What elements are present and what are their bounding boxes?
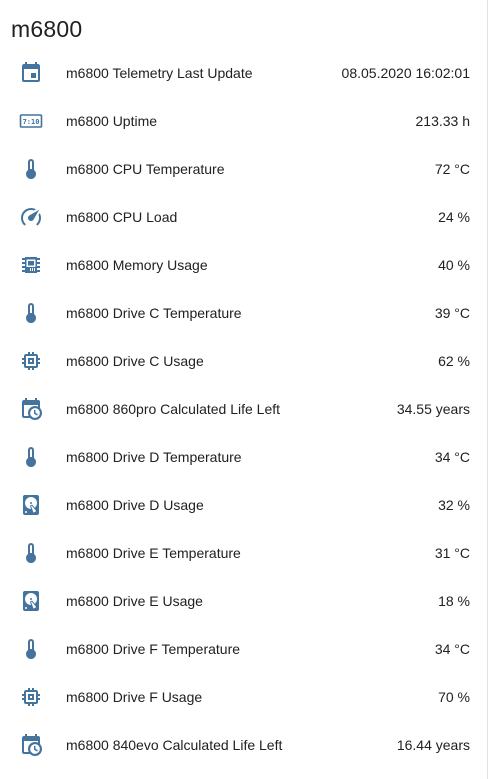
entity-label: m6800 Drive D Usage — [66, 497, 204, 513]
thermometer-icon — [19, 445, 43, 469]
card-title: m6800 — [11, 16, 83, 42]
card-divider — [487, 0, 488, 779]
entity-row-drive-f-usage[interactable]: m6800 Drive F Usage 70 % — [0, 673, 487, 721]
thermometer-icon — [19, 541, 43, 565]
entity-value: 31 °C — [434, 545, 470, 561]
entity-value: 70 % — [438, 689, 470, 705]
entity-row-840evo-life-left[interactable]: m6800 840evo Calculated Life Left 16.44 … — [0, 721, 487, 769]
entity-label: m6800 CPU Load — [66, 209, 178, 225]
entity-value: 24 % — [438, 209, 470, 225]
entity-value: 34 °C — [434, 449, 470, 465]
entity-value: 32 % — [438, 497, 470, 513]
entity-row-drive-e-usage[interactable]: m6800 Drive E Usage 18 % — [0, 577, 487, 625]
entity-value: 39 °C — [434, 305, 470, 321]
entity-label: m6800 CPU Temperature — [66, 161, 225, 177]
entity-label: m6800 Uptime — [66, 113, 158, 129]
memory-icon — [19, 349, 43, 373]
harddisk-icon — [19, 493, 43, 517]
entity-label: m6800 Drive F Usage — [66, 689, 203, 705]
entity-row-drive-d-usage[interactable]: m6800 Drive D Usage 32 % — [0, 481, 487, 529]
gauge-icon — [19, 205, 43, 229]
entity-row-drive-e-temperature[interactable]: m6800 Drive E Temperature 31 °C — [0, 529, 487, 577]
entity-label: m6800 840evo Calculated Life Left — [66, 737, 283, 753]
entity-value: 34.55 years — [396, 401, 470, 417]
calendar-icon — [19, 61, 43, 85]
entity-label: m6800 Memory Usage — [66, 257, 208, 273]
entity-value: 16.44 years — [396, 737, 470, 753]
entity-row-uptime[interactable]: 7:10 m6800 Uptime 213.33 h — [0, 97, 487, 145]
svg-text:7:10: 7:10 — [23, 118, 40, 126]
entity-row-drive-c-usage[interactable]: m6800 Drive C Usage 62 % — [0, 337, 487, 385]
clock-digital-icon: 7:10 — [19, 109, 43, 133]
entity-label: m6800 Telemetry Last Update — [66, 65, 253, 81]
entity-value: 40 % — [438, 257, 470, 273]
entity-row-cpu-load[interactable]: m6800 CPU Load 24 % — [0, 193, 487, 241]
entity-label: m6800 Drive F Temperature — [66, 641, 241, 657]
thermometer-icon — [19, 157, 43, 181]
entity-label: m6800 Drive E Temperature — [66, 545, 241, 561]
thermometer-icon — [19, 301, 43, 325]
calendar-clock-icon — [19, 397, 43, 421]
entity-value: 213.33 h — [415, 113, 471, 129]
entity-label: m6800 Drive E Usage — [66, 593, 203, 609]
entity-row-860pro-life-left[interactable]: m6800 860pro Calculated Life Left 34.55 … — [0, 385, 487, 433]
entity-value: 08.05.2020 16:02:01 — [341, 65, 470, 81]
thermometer-icon — [19, 637, 43, 661]
entity-row-telemetry-last-update[interactable]: m6800 Telemetry Last Update 08.05.2020 1… — [0, 49, 487, 97]
memory-icon — [19, 685, 43, 709]
entity-list: m6800 Telemetry Last Update 08.05.2020 1… — [0, 49, 487, 769]
calendar-clock-icon — [19, 733, 43, 757]
entities-card: m6800 m6800 Telemetry Last Update 08.05.… — [0, 0, 487, 779]
entity-value: 62 % — [438, 353, 470, 369]
entity-label: m6800 Drive D Temperature — [66, 449, 242, 465]
entity-row-cpu-temperature[interactable]: m6800 CPU Temperature 72 °C — [0, 145, 487, 193]
chip-icon — [19, 253, 43, 277]
entity-label: m6800 Drive C Usage — [66, 353, 204, 369]
harddisk-icon — [19, 589, 43, 613]
entity-row-drive-f-temperature[interactable]: m6800 Drive F Temperature 34 °C — [0, 625, 487, 673]
entity-value: 72 °C — [434, 161, 470, 177]
entity-value: 18 % — [438, 593, 470, 609]
entity-row-drive-c-temperature[interactable]: m6800 Drive C Temperature 39 °C — [0, 289, 487, 337]
entity-label: m6800 860pro Calculated Life Left — [66, 401, 281, 417]
entity-label: m6800 Drive C Temperature — [66, 305, 242, 321]
entity-value: 34 °C — [434, 641, 470, 657]
entity-row-drive-d-temperature[interactable]: m6800 Drive D Temperature 34 °C — [0, 433, 487, 481]
entity-row-memory-usage[interactable]: m6800 Memory Usage 40 % — [0, 241, 487, 289]
